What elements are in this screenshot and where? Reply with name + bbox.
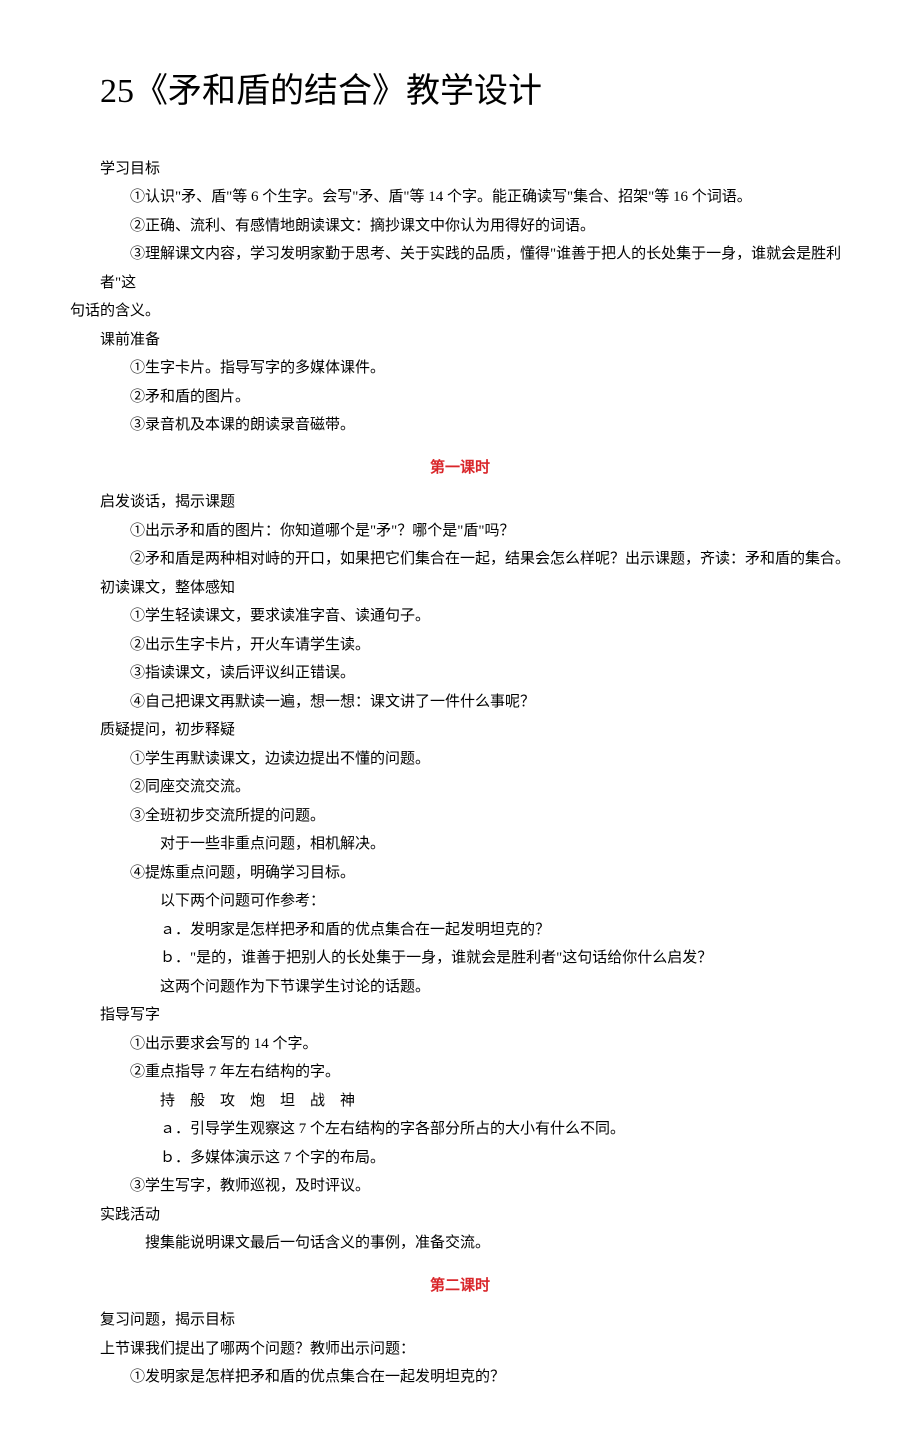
l1-item: 搜集能说明课文最后一句话含义的事例，准备交流。: [70, 1229, 850, 1258]
l1-subitem: 对于一些非重点问题，相机解决。: [70, 830, 850, 859]
l1-item: ①学生轻读课文，要求读准字音、读通句子。: [70, 602, 850, 631]
prep-heading: 课前准备: [70, 326, 850, 355]
l1-item: ②出示生字卡片，开火车请学生读。: [70, 631, 850, 660]
l1-section-heading: 质疑提问，初步释疑: [70, 716, 850, 745]
l1-item: ③全班初步交流所提的问题。: [70, 802, 850, 831]
l1-item: ②同座交流交流。: [70, 773, 850, 802]
lesson-1-title: 第一课时: [70, 454, 850, 483]
objective-item: ②正确、流利、有感情地朗读课文：摘抄课文中你认为用得好的词语。: [70, 212, 850, 241]
l1-subitem: ａ．引导学生观察这 7 个左右结构的字各部分所占的大小有什么不同。: [70, 1115, 850, 1144]
objective-item: ①认识"矛、盾"等 6 个生字。会写"矛、盾"等 14 个字。能正确读写"集合、…: [70, 183, 850, 212]
l2-item: ①发明家是怎样把矛和盾的优点集合在一起发明坦克的？: [70, 1363, 850, 1392]
l1-subitem: 这两个问题作为下节课学生讨论的话题。: [70, 973, 850, 1002]
l1-section-heading: 指导写字: [70, 1001, 850, 1030]
objectives-heading: 学习目标: [70, 155, 850, 184]
l1-item: ②重点指导 7 年左右结构的字。: [70, 1058, 850, 1087]
l1-item: ③指读课文，读后评议纠正错误。: [70, 659, 850, 688]
l1-item: ②矛和盾是两种相对峙的开口，如果把它们集合在一起，结果会怎么样呢？出示课题，齐读…: [70, 545, 850, 574]
l1-subitem: ｂ．"是的，谁善于把别人的长处集于一身，谁就会是胜利者"这句话给你什么启发？: [70, 944, 850, 973]
document-title: 25《矛和盾的结合》教学设计: [100, 60, 850, 125]
prep-item: ①生字卡片。指导写字的多媒体课件。: [70, 354, 850, 383]
l1-chars: 持 般 攻 炮 坦 战 神: [70, 1087, 850, 1116]
l1-section-heading: 启发谈话，揭示课题: [70, 488, 850, 517]
l1-item: ④自己把课文再默读一遍，想一想：课文讲了一件什么事呢？: [70, 688, 850, 717]
objective-tail: 句话的含义。: [70, 297, 850, 326]
l1-section-heading: 实践活动: [70, 1201, 850, 1230]
l2-section-heading: 复习问题，揭示目标: [70, 1306, 850, 1335]
l1-section-heading: 初读课文，整体感知: [70, 574, 850, 603]
l1-item: ③学生写字，教师巡视，及时评议。: [70, 1172, 850, 1201]
lesson-2-title: 第二课时: [70, 1272, 850, 1301]
objective-item: ③理解课文内容，学习发明家勤于思考、关于实践的品质，懂得"谁善于把人的长处集于一…: [70, 240, 850, 297]
l2-line: 上节课我们提出了哪两个问题？教师出示问题：: [70, 1335, 850, 1364]
l1-item: ①学生再默读课文，边读边提出不懂的问题。: [70, 745, 850, 774]
l1-item: ④提炼重点问题，明确学习目标。: [70, 859, 850, 888]
l1-subitem: ａ．发明家是怎样把矛和盾的优点集合在一起发明坦克的？: [70, 916, 850, 945]
l1-subitem: 以下两个问题可作参考：: [70, 887, 850, 916]
l1-item: ①出示要求会写的 14 个字。: [70, 1030, 850, 1059]
prep-item: ③录音机及本课的朗读录音磁带。: [70, 411, 850, 440]
l1-item: ①出示矛和盾的图片：你知道哪个是"矛"？哪个是"盾"吗？: [70, 517, 850, 546]
l1-subitem: ｂ．多媒体演示这 7 个字的布局。: [70, 1144, 850, 1173]
prep-item: ②矛和盾的图片。: [70, 383, 850, 412]
